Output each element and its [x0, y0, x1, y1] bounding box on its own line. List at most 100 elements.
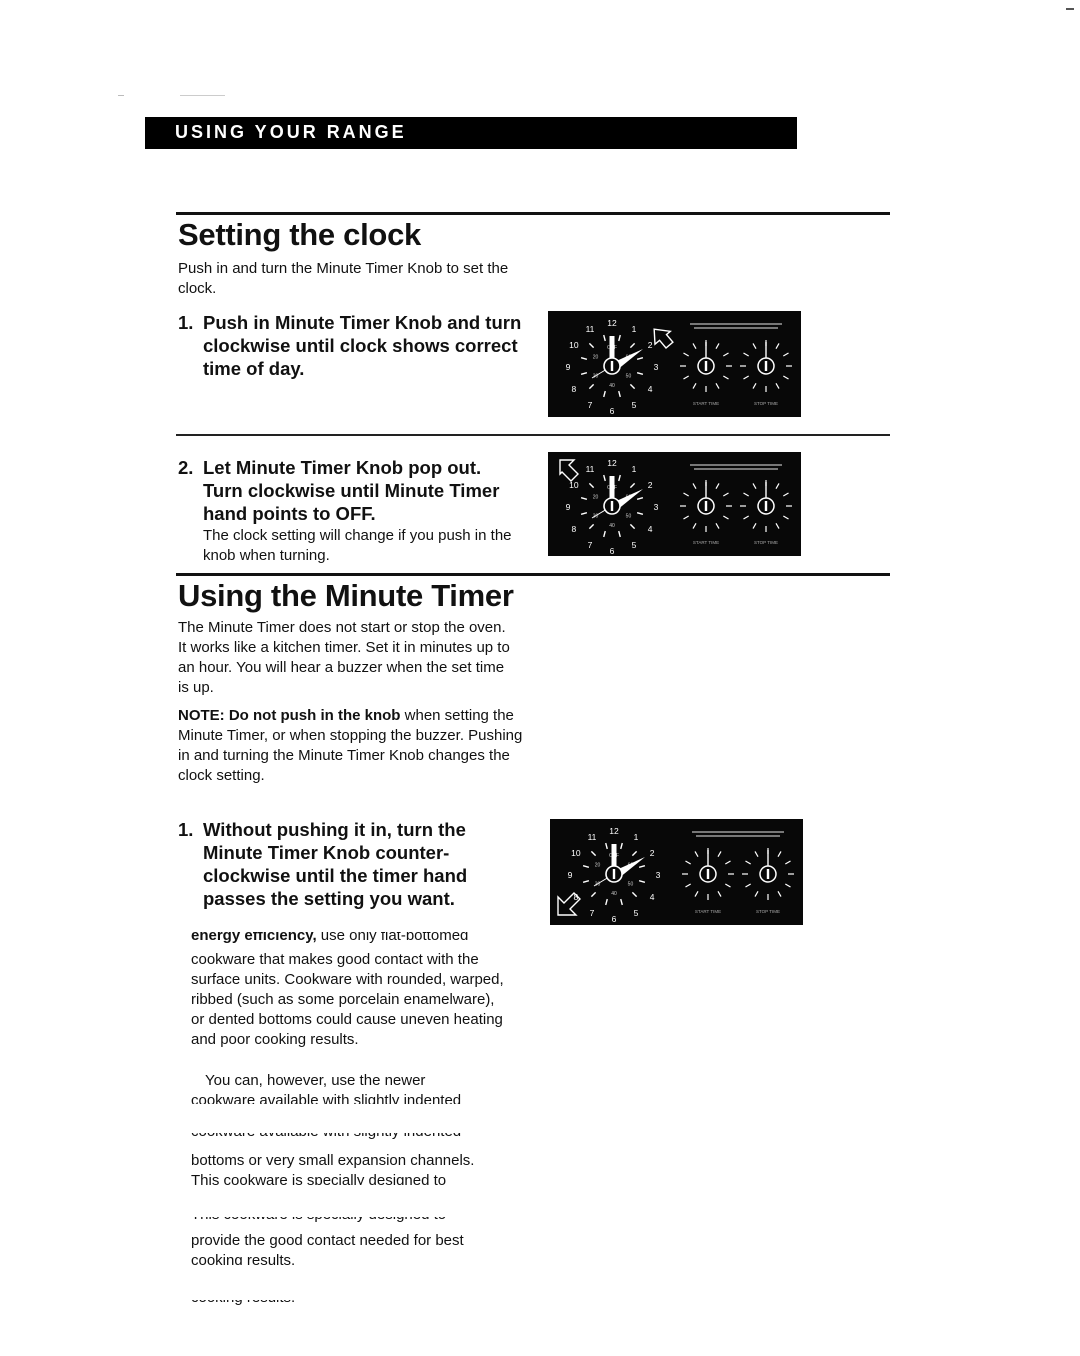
- control-panel-svg: 121234567891011OFF605040302010START TIME…: [566, 318, 792, 416]
- cookware-para-2-line-4-ghost: This cookware is specially designed to: [191, 1217, 531, 1224]
- clock-tick: [638, 880, 646, 883]
- clock-tick: [636, 497, 644, 500]
- clock-tick: [636, 357, 644, 360]
- timer-numeral: 50: [628, 882, 634, 888]
- clock-tick: [620, 898, 623, 906]
- scan-mark: [118, 95, 124, 96]
- clock-numeral: 2: [648, 480, 653, 490]
- note-emphasis: NOTE: Do not push in the knob: [178, 707, 401, 724]
- minute-timer-intro: The Minute Timer does not start or stop …: [178, 619, 510, 696]
- cookware-para-2-line-6: cooking results.: [191, 1252, 296, 1265]
- knob-tick: [725, 883, 731, 888]
- stop-time-label: STOP TIME: [754, 401, 778, 406]
- cookware-para-2-line-4: This cookware is specially designed to: [191, 1172, 447, 1185]
- knob-tick: [775, 523, 780, 529]
- clock-tick: [618, 334, 621, 342]
- clock-tick: [618, 474, 621, 482]
- clock-numeral: 5: [632, 540, 637, 550]
- clock-numeral: 6: [610, 406, 615, 416]
- cookware-para-2-line-3: bottoms or very small expansion channels…: [191, 1152, 475, 1169]
- setting-clock-intro: Push in and turn the Minute Timer Knob t…: [178, 260, 509, 297]
- knob-tick: [723, 492, 729, 497]
- clock-tick: [590, 850, 597, 857]
- clock-tick: [629, 383, 636, 390]
- knob-tick: [694, 891, 699, 897]
- knob-tick: [745, 860, 751, 865]
- step-number: 1.: [178, 819, 194, 840]
- instruction-text-placeholder: [694, 327, 778, 329]
- knob-indicator: [704, 501, 708, 511]
- clock-tick: [636, 372, 644, 375]
- step-divider: [176, 434, 890, 436]
- clock-tick: [580, 372, 588, 375]
- step-text: Without pushing it in, turn the Minute T…: [203, 819, 468, 909]
- ghost-text: This cookware is specially designed to: [191, 1217, 531, 1224]
- instruction-text-placeholder: [690, 464, 782, 466]
- clock-tick: [629, 482, 636, 489]
- clock-numeral: 2: [648, 340, 653, 350]
- cookware-first-line: energy efficiency, use only flat-bottome…: [191, 932, 536, 946]
- knob-tick: [694, 851, 699, 857]
- knob-tick: [752, 523, 757, 529]
- instruction-text-placeholder: [696, 835, 780, 837]
- control-panel-illustration-1: 121234567891011OFF605040302010START TIME…: [548, 311, 801, 417]
- knob-tick: [785, 860, 791, 865]
- knob-tick: [783, 492, 789, 497]
- clock-numeral: 12: [609, 826, 619, 836]
- knob-tick: [717, 891, 722, 897]
- knob-tick: [752, 483, 757, 489]
- cookware-para-2-line-2-ghost: cookware available with slightly indente…: [191, 1133, 531, 1141]
- clock-tick: [631, 850, 638, 857]
- clock-numeral: 2: [650, 848, 655, 858]
- clock-numeral: 3: [654, 362, 659, 372]
- minute-timer-title: Using the Minute Timer: [178, 578, 514, 613]
- knob-tick: [743, 375, 749, 380]
- knob-tick: [683, 375, 689, 380]
- clock-numeral: 1: [634, 832, 639, 842]
- clock-tick: [582, 880, 590, 883]
- knob-tick: [683, 492, 689, 497]
- clock-tick: [590, 891, 597, 898]
- knob-tick: [777, 891, 782, 897]
- clock-numeral: 6: [610, 546, 615, 556]
- knob-tick: [783, 352, 789, 357]
- pop-out-arrow-icon: [559, 459, 579, 482]
- clock-step-2: 2. Let Minute Timer Knob pop out. Turn c…: [178, 456, 523, 566]
- knob-tick: [715, 383, 720, 389]
- clock-tick: [603, 334, 606, 342]
- step-number: 2.: [178, 457, 194, 478]
- clock-tick: [618, 390, 621, 398]
- control-panel-svg: 121234567891011OFF605040302010START TIME…: [557, 826, 794, 924]
- timer-numeral: 20: [593, 495, 599, 501]
- knob-tick: [775, 343, 780, 349]
- knob-tick: [775, 483, 780, 489]
- instruction-text-placeholder: [690, 323, 782, 325]
- cookware-para-2-line-6-ghost: cooking results.: [191, 1300, 531, 1306]
- knob-tick: [685, 883, 691, 888]
- knob-tick: [692, 343, 697, 349]
- knob-tick: [754, 891, 759, 897]
- knob-indicator: [706, 869, 710, 879]
- clock-tick: [588, 342, 595, 349]
- clock-numeral: 9: [566, 362, 571, 372]
- clock-tick: [631, 891, 638, 898]
- clock-numeral: 8: [572, 384, 577, 394]
- scan-mark: [180, 95, 225, 96]
- knob-tick: [783, 515, 789, 520]
- timer-numeral: 40: [609, 523, 615, 529]
- knob-indicator: [764, 501, 768, 511]
- control-panel-illustration-2: 121234567891011OFF605040302010START TIME…: [548, 452, 801, 556]
- clock-numeral: 7: [588, 400, 593, 410]
- knob-indicator: [610, 361, 614, 371]
- step-text: Let Minute Timer Knob pop out. Turn cloc…: [203, 457, 500, 524]
- cookware-line1: use only flat-bottomed: [316, 932, 469, 944]
- clock-tick: [620, 842, 623, 850]
- clock-tick: [629, 523, 636, 530]
- clock-numeral: 10: [571, 848, 581, 858]
- timer-numeral: 40: [611, 891, 617, 897]
- clock-tick: [629, 342, 636, 349]
- clock-numeral: 3: [654, 502, 659, 512]
- clock-step-1: 1. Push in Minute Timer Knob and turn cl…: [178, 311, 528, 380]
- knob-tick: [692, 523, 697, 529]
- knob-tick: [715, 523, 720, 529]
